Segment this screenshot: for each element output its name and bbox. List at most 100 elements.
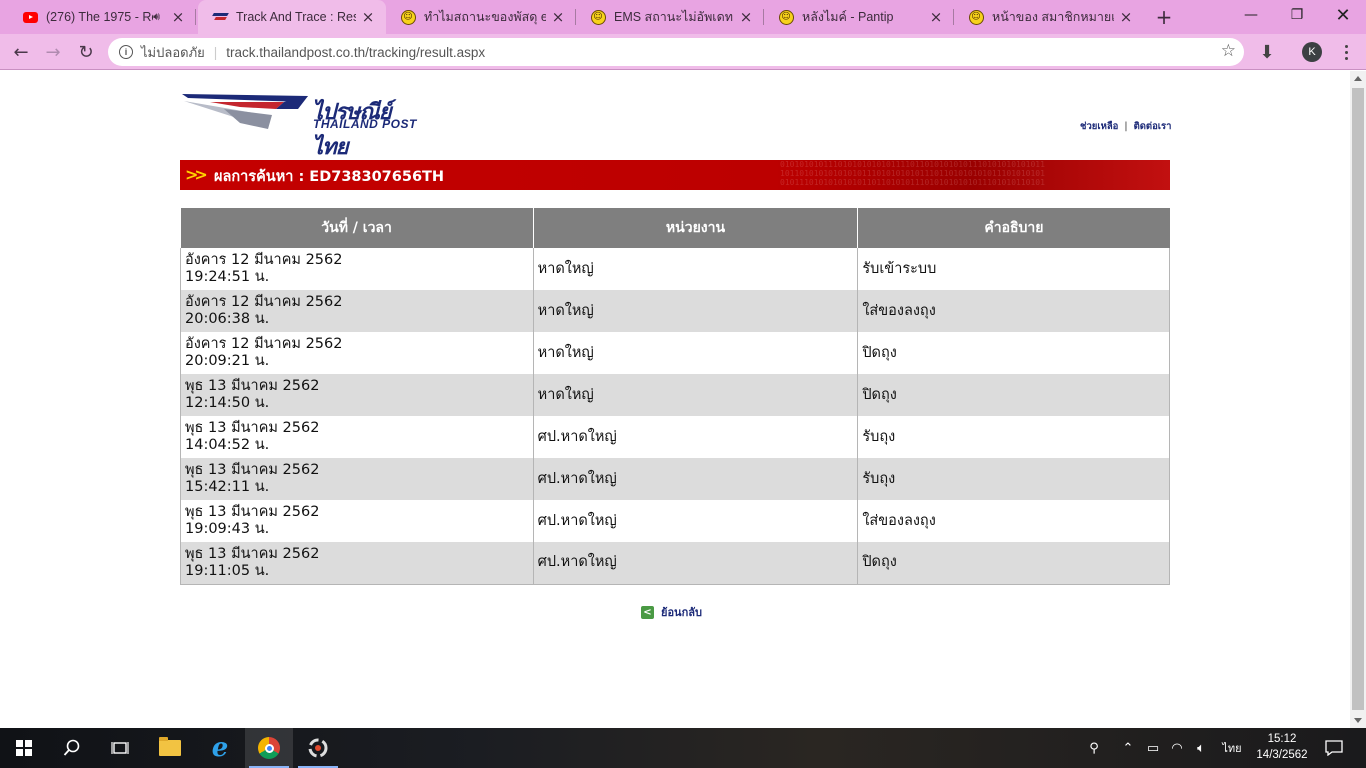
double-chevron-icon: >> (185, 165, 208, 184)
date-cell: อังคาร 12 มีนาคม 2562 20:06:38 น. (180, 290, 534, 332)
taskbar: e ⚲ ⌃ ▭ ◠ 🔈︎ ไทย 15:12 14/3/2562 (0, 728, 1366, 768)
unit-cell: หาดใหญ่ (532, 332, 859, 374)
table-row: อังคาร 12 มีนาคม 2562 19:24:51 น. หาดใหญ่… (180, 248, 1170, 290)
pantip-icon: ☺ (400, 9, 416, 25)
tab-youtube[interactable]: (276) The 1975 - Ro 🔊︎ × (8, 0, 196, 34)
description-cell: ปิดถุง (857, 542, 1170, 585)
tab-pantip-ems-status[interactable]: ☺ EMS สถานะไม่อัพเดท - Pa × (576, 0, 764, 34)
screen-recorder-icon[interactable] (294, 728, 342, 768)
close-icon[interactable]: × (360, 8, 376, 26)
speaker-icon[interactable]: 🔊︎ (153, 10, 160, 24)
table-row: อังคาร 12 มีนาคม 2562 20:06:38 น. หาดใหญ่… (180, 290, 1170, 332)
description-cell: รับถุง (857, 416, 1170, 458)
description-cell: ปิดถุง (857, 374, 1170, 416)
input-language[interactable]: ไทย (1220, 728, 1244, 768)
volume-icon[interactable]: 🔈︎ (1192, 728, 1210, 768)
date-cell: อังคาร 12 มีนาคม 2562 20:09:21 น. (180, 332, 534, 374)
profile-avatar[interactable]: K (1302, 42, 1322, 62)
unit-cell: หาดใหญ่ (532, 248, 859, 290)
internet-explorer-icon[interactable]: e (196, 728, 244, 768)
help-link[interactable]: ช่วยเหลือ (1080, 121, 1118, 132)
task-view-icon[interactable] (96, 728, 144, 768)
pantip-icon: ☺ (590, 9, 606, 25)
new-tab-button[interactable]: + (1152, 5, 1176, 29)
top-links: ช่วยเหลือ | ติดต่อเรา (1080, 121, 1172, 132)
scrollbar-thumb[interactable] (1352, 88, 1364, 710)
download-icon[interactable]: ⬇ (1256, 41, 1278, 63)
column-header-unit: หน่วยงาน (533, 208, 859, 248)
chevron-up-icon[interactable]: ⌃ (1120, 728, 1136, 768)
search-icon[interactable] (48, 728, 96, 768)
tab-track-and-trace[interactable]: Track And Trace : Result × (198, 0, 386, 34)
start-button[interactable] (0, 728, 48, 768)
unit-cell: หาดใหญ่ (532, 374, 859, 416)
bookmark-star-icon[interactable]: ☆ (1221, 41, 1236, 61)
table-row: พุธ 13 มีนาคม 2562 19:09:43 น. ศป.หาดใหญ่… (180, 500, 1170, 542)
tab-strip: (276) The 1975 - Ro 🔊︎ × Track And Trace… (0, 0, 1366, 34)
back-link-label[interactable]: ย้อนกลับ (661, 603, 702, 621)
people-icon[interactable]: ⚲ (1084, 728, 1104, 768)
description-cell: รับถุง (857, 458, 1170, 500)
address-bar[interactable]: i ไม่ปลอดภัย | track.thailandpost.co.th/… (108, 38, 1244, 66)
tracking-table: วันที่ / เวลา หน่วยงาน คำอธิบาย อังคาร 1… (180, 208, 1170, 585)
menu-icon[interactable] (1338, 41, 1354, 63)
date-cell: พุธ 13 มีนาคม 2562 14:04:52 น. (180, 416, 534, 458)
system-clock[interactable]: 15:12 14/3/2562 (1250, 731, 1314, 763)
date-cell: พุธ 13 มีนาคม 2562 12:14:50 น. (180, 374, 534, 416)
table-row: พุธ 13 มีนาคม 2562 15:42:11 น. ศป.หาดใหญ่… (180, 458, 1170, 500)
tab-title: หลังไมค์ - Pantip (802, 10, 894, 24)
date-cell: พุธ 13 มีนาคม 2562 19:09:43 น. (180, 500, 534, 542)
notification-icon[interactable] (1322, 728, 1346, 768)
thailandpost-icon (212, 9, 228, 25)
close-icon[interactable]: × (738, 8, 754, 26)
url-text[interactable]: track.thailandpost.co.th/tracking/result… (226, 45, 485, 60)
pantip-icon: ☺ (778, 9, 794, 25)
tab-pantip-ems[interactable]: ☺ ทำไมสถานะของพัสดุ ems × (386, 0, 576, 34)
logo-english-text: THAILAND POST (313, 117, 417, 131)
tab-pantip-backmic[interactable]: ☺ หลังไมค์ - Pantip × (764, 0, 954, 34)
back-link[interactable]: < ย้อนกลับ (641, 603, 702, 621)
table-row: พุธ 13 มีนาคม 2562 14:04:52 น. ศป.หาดใหญ่… (180, 416, 1170, 458)
scroll-up-icon[interactable] (1354, 76, 1362, 81)
security-label[interactable]: ไม่ปลอดภัย (141, 42, 205, 63)
date-cell: พุธ 13 มีนาคม 2562 15:42:11 น. (180, 458, 534, 500)
page-content: ไปรษณีย์ไทย THAILAND POST ช่วยเหลือ | ติดต… (0, 71, 1350, 728)
unit-cell: ศป.หาดใหญ่ (532, 500, 859, 542)
date-cell: พุธ 13 มีนาคม 2562 19:11:05 น. (180, 542, 534, 585)
close-window-button[interactable]: ✕ (1320, 0, 1366, 30)
reload-icon[interactable]: ↻ (73, 39, 99, 65)
forward-arrow-icon[interactable]: → (40, 39, 66, 65)
unit-cell: ศป.หาดใหญ่ (532, 416, 859, 458)
battery-icon[interactable]: ▭ (1144, 728, 1162, 768)
tab-title: หน้าของ สมาชิกหมายเลข 3 (992, 10, 1114, 24)
close-icon[interactable]: × (170, 8, 186, 26)
vertical-scrollbar[interactable] (1350, 71, 1366, 728)
description-cell: รับเข้าระบบ (857, 248, 1170, 290)
unit-cell: ศป.หาดใหญ่ (532, 458, 859, 500)
close-icon[interactable]: × (928, 8, 944, 26)
description-cell: ใส่ของลงถุง (857, 290, 1170, 332)
clock-date: 14/3/2562 (1256, 749, 1308, 761)
minimize-button[interactable]: — (1228, 0, 1274, 30)
back-arrow-icon[interactable]: ← (8, 39, 34, 65)
scroll-down-icon[interactable] (1354, 718, 1362, 723)
tab-pantip-member[interactable]: ☺ หน้าของ สมาชิกหมายเลข 3 × (954, 0, 1144, 34)
wifi-icon[interactable]: ◠ (1168, 728, 1186, 768)
file-explorer-icon[interactable] (146, 728, 194, 768)
close-icon[interactable]: × (550, 8, 566, 26)
restore-button[interactable]: ❐ (1274, 0, 1320, 30)
youtube-icon (22, 9, 38, 25)
column-header-description: คำอธิบาย (857, 208, 1170, 248)
pantip-icon: ☺ (968, 9, 984, 25)
thailand-post-logo[interactable]: ไปรษณีย์ไทย THAILAND POST (180, 93, 422, 160)
table-row: พุธ 13 มีนาคม 2562 19:11:05 น. ศป.หาดใหญ่… (180, 542, 1170, 585)
contact-link[interactable]: ติดต่อเรา (1134, 121, 1172, 132)
toolbar: ← → ↻ i ไม่ปลอดภัย | track.thailandpost.… (0, 34, 1366, 70)
info-icon[interactable]: i (119, 45, 133, 59)
back-arrow-icon[interactable]: < (641, 605, 654, 619)
close-icon[interactable]: × (1118, 8, 1134, 26)
table-row: อังคาร 12 มีนาคม 2562 20:09:21 น. หาดใหญ่… (180, 332, 1170, 374)
tab-title: EMS สถานะไม่อัพเดท - Pa (614, 10, 734, 24)
chrome-icon[interactable] (245, 728, 293, 768)
binary-pattern-decoration: 0101010101110101010101011110110101010101… (780, 160, 1045, 187)
